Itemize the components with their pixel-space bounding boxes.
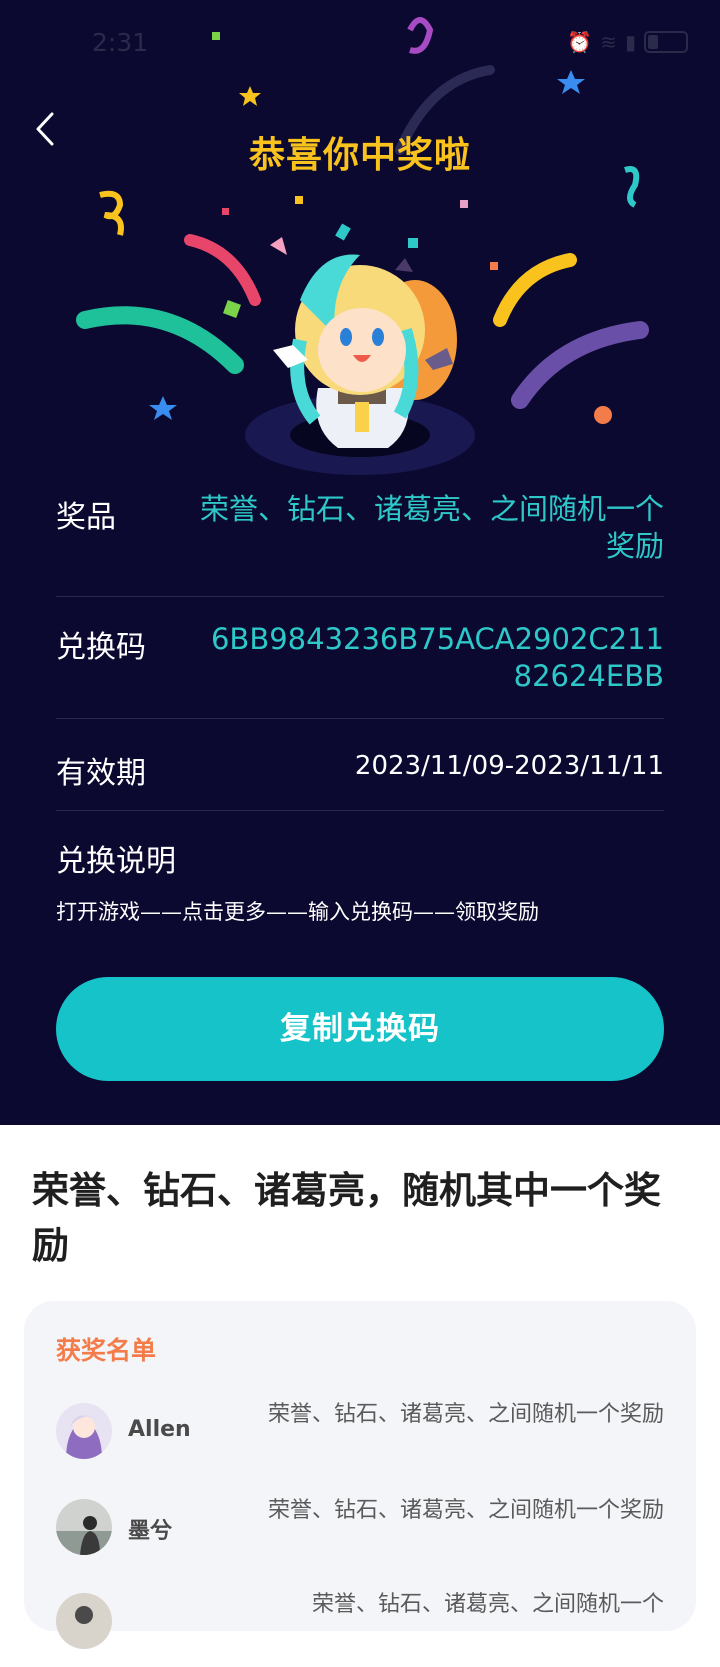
prize-row: 奖品 荣誉、钻石、诸葛亮、之间随机一个奖励 [56,478,664,597]
winner-name: Allen [128,1417,191,1442]
winner-prize: 荣誉、钻石、诸葛亮、之间随机一个奖励 [267,1498,664,1523]
event-title: 荣誉、钻石、诸葛亮，随机其中一个奖励 [32,1169,661,1267]
celebration-illustration [76,17,649,475]
photo-avatar [56,1593,112,1649]
winner-row: 荣誉、钻石、诸葛亮、之间随机一个 [56,1587,664,1667]
copy-code-button[interactable]: 复制兑换码 [56,977,664,1081]
redeem-code-label: 兑换码 [56,630,146,665]
winners-card: 获奖名单 Allen 荣誉、钻石、诸葛亮、之间随机一个奖励 墨兮 荣誉、钻石、诸… [24,1301,696,1649]
winner-row: Allen 荣誉、钻石、诸葛亮、之间随机一个奖励 [56,1397,664,1477]
anime-avatar [56,1403,112,1459]
page-title: 恭喜你中奖啦 [248,135,471,176]
redeem-code-value: 6BB9843236B75ACA2902C21182624EBB [210,622,664,693]
winners-title: 获奖名单 [56,1336,157,1365]
validity-value: 2023/11/09-2023/11/11 [354,751,664,781]
battery-icon [644,31,688,53]
alarm-icon: ⏰ [567,30,593,54]
signal-icon: ▮ [624,30,636,54]
instructions-label: 兑换说明 [56,844,176,879]
redeem-code-row: 兑换码 6BB9843236B75ACA2902C21182624EBB [56,596,664,719]
photo-avatar [56,1499,112,1555]
winner-name: 墨兮 [128,1519,173,1544]
winner-prize: 荣誉、钻石、诸葛亮、之间随机一个奖励 [267,1402,664,1427]
prize-label: 奖品 [56,500,116,535]
reward-banner: 2:31 ⏰ ≋ ▮ 恭喜你中奖啦 奖品 荣誉、钻石、诸葛亮、之间随机一个奖励 … [0,0,720,1125]
status-icons: ⏰ ≋ ▮ [567,30,688,54]
wifi-icon: ≋ [600,30,617,54]
instructions-text: 打开游戏——点击更多——输入兑换码——领取奖励 [56,900,539,924]
winner-row: 墨兮 荣誉、钻石、诸葛亮、之间随机一个奖励 [56,1493,664,1573]
winner-prize: 荣誉、钻石、诸葛亮、之间随机一个 [311,1592,664,1617]
prize-value: 荣誉、钻石、诸葛亮、之间随机一个奖励 [199,492,664,563]
validity-row: 有效期 2023/11/09-2023/11/11 [56,718,664,811]
validity-label: 有效期 [56,756,146,791]
status-time: 2:31 [92,28,149,57]
